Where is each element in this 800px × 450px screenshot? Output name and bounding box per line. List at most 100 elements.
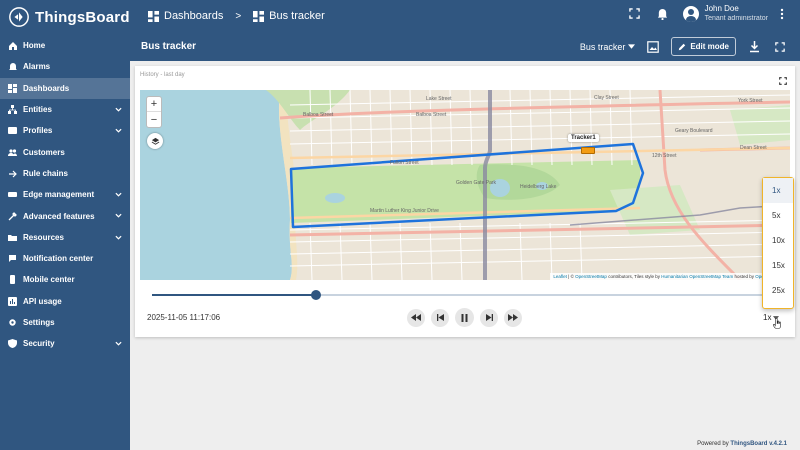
sidebar-item-label: Settings (23, 318, 55, 327)
footer-prefix: Powered by (697, 441, 731, 447)
edit-mode-button[interactable]: Edit mode (671, 37, 736, 56)
speed-option[interactable]: 10x (763, 228, 793, 253)
sidebar-item-entities[interactable]: Entities (0, 99, 130, 120)
dashboard-state-select[interactable]: Bus tracker (580, 42, 636, 52)
street-label: Golden Gate Park (456, 180, 497, 186)
chevron-down-icon (115, 214, 122, 219)
app-logo[interactable]: ThingsBoard (8, 6, 130, 28)
skip-next-button[interactable] (480, 308, 498, 327)
dashboard-fullscreen-button[interactable] (772, 39, 788, 55)
osm-link[interactable]: OpenStreetMap (575, 274, 607, 279)
user-menu[interactable]: John Doe Tenant administrator (682, 4, 790, 23)
app-logo-text: ThingsBoard (35, 8, 130, 26)
sidebar-item-edge-management[interactable]: Edge management (0, 184, 130, 205)
caret-down-icon (628, 44, 636, 49)
sidebar-item-notification-center[interactable]: Notification center (0, 248, 130, 269)
map-view[interactable]: Balboa Street Balboa Street Lake Street … (140, 90, 790, 280)
sidebar-item-customers[interactable]: Customers (0, 141, 130, 162)
sidebar-item-profiles[interactable]: Profiles (0, 120, 130, 141)
zoom-out-button[interactable]: − (147, 112, 161, 127)
sidebar-item-label: Notification center (23, 254, 94, 264)
sidebar-item-alarms[interactable]: Alarms (0, 56, 130, 77)
layers-icon (151, 137, 159, 145)
playback-controls (407, 308, 522, 327)
skip-previous-icon (436, 314, 444, 321)
speed-option[interactable]: 5x (763, 203, 793, 228)
timeline-thumb[interactable] (310, 290, 321, 300)
dashboard-icon (253, 10, 265, 22)
fullscreen-icon (629, 8, 640, 19)
fast-rewind-icon (411, 314, 421, 321)
dashboard-title: Bus tracker (141, 41, 197, 52)
bell-icon (657, 8, 668, 20)
breadcrumb-separator: > (235, 10, 242, 22)
attribution-text: hosted by (733, 274, 756, 279)
trip-animation-widget: History - last day Balboa Street Balboa … (135, 66, 795, 337)
sidebar-nav: Home Alarms Dashboards Entities Profiles Cust… (0, 35, 130, 354)
advanced-icon (8, 211, 17, 220)
widget-fullscreen-button[interactable] (779, 72, 789, 85)
timeline-slider[interactable] (152, 290, 782, 300)
dashboard-state-label: Bus tracker (579, 41, 626, 52)
notifications-button[interactable] (655, 6, 671, 22)
download-button[interactable] (746, 39, 762, 55)
sidebar-item-label: Entities (23, 105, 52, 115)
sidebar-item-label: Edge management (23, 190, 95, 200)
zoom-in-button[interactable]: + (147, 97, 161, 112)
street-label: Lake Street (426, 96, 452, 102)
header-actions: John Doe Tenant administrator (627, 4, 790, 23)
avatar (682, 5, 699, 22)
speed-option[interactable]: 25x (763, 278, 793, 303)
edit-mode-label: Edit mode (690, 42, 729, 51)
skip-next-icon (485, 314, 493, 321)
sidebar-item-label: Rule chains (23, 168, 68, 178)
fullscreen-icon (779, 77, 787, 85)
street-label: Geary Boulevard (675, 128, 713, 134)
sidebar-item-label: Resources (23, 232, 64, 242)
street-label: Fulton Street (390, 160, 419, 166)
playback-datetime: 2025-11-05 11:17:06 (147, 313, 221, 322)
more-menu-button[interactable] (774, 6, 790, 22)
fast-rewind-button[interactable] (407, 308, 425, 327)
sidebar-item-home[interactable]: Home (0, 35, 130, 56)
customers-icon (8, 149, 17, 156)
leaflet-link[interactable]: Leaflet (553, 274, 567, 279)
hot-link[interactable]: Humanitarian OpenStreetMap Team (661, 274, 733, 279)
top-header: ThingsBoard Dashboards > Bus tracker Joh… (0, 0, 800, 35)
tracker-marker-icon[interactable] (581, 147, 595, 154)
image-button[interactable] (645, 39, 661, 55)
fullscreen-button[interactable] (627, 6, 643, 22)
sidebar-item-resources[interactable]: Resources (0, 227, 130, 248)
settings-icon (9, 319, 16, 326)
layers-button[interactable] (147, 133, 163, 149)
dashboard-icon (8, 83, 17, 93)
sidebar: Home Alarms Dashboards Entities Profiles Cust… (0, 35, 130, 450)
zoom-control: + − (146, 96, 162, 128)
sidebar-item-advanced-features[interactable]: Advanced features (0, 205, 130, 226)
sidebar-item-mobile-center[interactable]: Mobile center (0, 269, 130, 290)
street-label: 12th Street (652, 153, 677, 159)
street-label: Clay Street (594, 95, 619, 101)
speed-option[interactable]: 1x (763, 178, 793, 203)
alarm-icon (9, 63, 17, 71)
fast-forward-button[interactable] (504, 308, 522, 327)
sidebar-item-dashboards[interactable]: Dashboards (0, 77, 130, 99)
sidebar-item-security[interactable]: Security (0, 333, 130, 354)
sidebar-item-settings[interactable]: Settings (0, 312, 130, 333)
thingsboard-logo-icon (9, 7, 29, 27)
user-info: John Doe Tenant administrator (705, 4, 768, 23)
skip-previous-button[interactable] (431, 308, 449, 327)
footer-brand-link[interactable]: ThingsBoard v.4.2.1 (730, 441, 787, 447)
breadcrumb-bus-tracker-label: Bus tracker (269, 10, 325, 22)
speed-option[interactable]: 15x (763, 253, 793, 278)
fast-forward-icon (508, 314, 518, 321)
sidebar-item-api-usage[interactable]: API usage (0, 291, 130, 312)
breadcrumb-dashboards[interactable]: Dashboards (148, 10, 223, 22)
sidebar-item-rule-chains[interactable]: Rule chains (0, 163, 130, 184)
pause-button[interactable] (455, 308, 474, 327)
api-usage-icon (8, 296, 17, 306)
image-icon (647, 40, 660, 53)
pause-icon (461, 313, 468, 322)
dashboard-icon (148, 10, 159, 22)
sidebar-item-label: Home (23, 41, 46, 51)
